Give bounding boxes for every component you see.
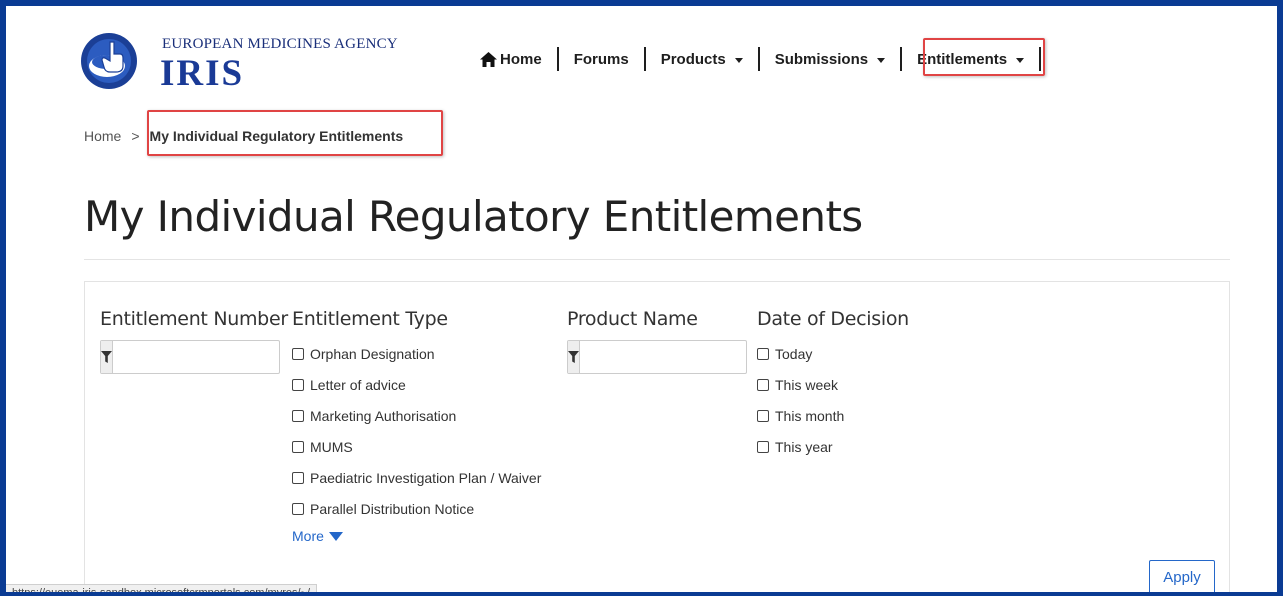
breadcrumb-highlight-box xyxy=(147,110,443,156)
entitlement-type-options: Orphan Designation Letter of advice Mark… xyxy=(292,338,541,524)
filter-product-name-label: Product Name xyxy=(567,308,698,330)
checkbox[interactable] xyxy=(757,440,769,453)
breadcrumb-separator: > xyxy=(131,128,140,144)
entitlement-type-option[interactable]: Paediatric Investigation Plan / Waiver xyxy=(292,462,541,493)
nav-divider xyxy=(900,47,903,71)
date-of-decision-options: Today This week This month This year xyxy=(757,338,909,462)
filter-entitlement-number: Entitlement Number xyxy=(100,308,310,374)
nav-submissions-label: Submissions xyxy=(774,50,869,68)
nav-products[interactable]: Products xyxy=(659,51,745,68)
nav-forums-label: Forums xyxy=(573,50,629,68)
entitlement-type-option[interactable]: Orphan Designation xyxy=(292,338,541,369)
caret-down-icon xyxy=(734,57,743,63)
checkbox[interactable] xyxy=(292,502,304,515)
option-label: Parallel Distribution Notice xyxy=(310,500,475,517)
page-title: My Individual Regulatory Entitlements xyxy=(84,192,863,241)
entitlements-highlight-box xyxy=(923,38,1045,76)
nav-products-label: Products xyxy=(660,50,726,68)
nav-divider xyxy=(556,47,559,71)
status-bar-url: https://euema-iris-sandbox.microsoftcrmp… xyxy=(6,584,318,592)
checkbox[interactable] xyxy=(757,409,769,422)
filter-addon xyxy=(101,341,113,373)
nav-submissions[interactable]: Submissions xyxy=(773,51,887,68)
option-label: Paediatric Investigation Plan / Waiver xyxy=(310,469,542,486)
iris-logo-icon xyxy=(81,33,137,89)
entitlement-type-option[interactable]: Marketing Authorisation xyxy=(292,400,541,431)
option-label: This week xyxy=(775,376,839,393)
nav-divider xyxy=(757,47,760,71)
product-name-input[interactable] xyxy=(580,341,777,373)
option-label: This year xyxy=(775,438,833,455)
filter-entitlement-number-label: Entitlement Number xyxy=(100,308,288,330)
filter-icon xyxy=(101,351,112,363)
checkbox[interactable] xyxy=(292,347,304,360)
date-option[interactable]: This week xyxy=(757,369,909,400)
filter-panel: Entitlement Number Entitlement Type Orph… xyxy=(84,281,1230,592)
site-logo[interactable]: EUROPEAN MEDICINES AGENCY IRIS xyxy=(80,30,400,100)
product-name-field xyxy=(567,340,777,374)
filter-icon xyxy=(568,351,579,363)
option-label: Orphan Designation xyxy=(310,345,435,362)
filter-entitlement-type: Entitlement Type Orphan Designation Lett… xyxy=(292,308,541,544)
more-label: More xyxy=(292,528,324,544)
caret-down-icon xyxy=(877,57,886,63)
nav-forums[interactable]: Forums xyxy=(572,51,631,68)
checkbox[interactable] xyxy=(292,409,304,422)
checkbox[interactable] xyxy=(757,347,769,360)
entitlement-type-option[interactable]: Parallel Distribution Notice xyxy=(292,493,541,524)
filter-product-name: Product Name xyxy=(567,308,777,374)
home-icon xyxy=(480,51,497,67)
nav-home[interactable]: Home xyxy=(478,51,544,68)
checkbox[interactable] xyxy=(292,440,304,453)
apply-button[interactable]: Apply xyxy=(1149,560,1215,592)
agency-name: EUROPEAN MEDICINES AGENCY xyxy=(162,36,398,52)
entitlement-type-option[interactable]: MUMS xyxy=(292,431,541,462)
date-option[interactable]: This year xyxy=(757,431,909,462)
option-label: This month xyxy=(775,407,845,424)
checkbox[interactable] xyxy=(292,471,304,484)
date-option[interactable]: This month xyxy=(757,400,909,431)
checkbox[interactable] xyxy=(292,378,304,391)
entitlement-type-option[interactable]: Letter of advice xyxy=(292,369,541,400)
option-label: Today xyxy=(775,345,813,362)
filter-entitlement-type-label: Entitlement Type xyxy=(292,308,448,330)
nav-home-label: Home xyxy=(500,50,542,68)
product-name: IRIS xyxy=(160,53,245,94)
triangle-down-icon xyxy=(328,531,343,541)
filter-date-of-decision: Date of Decision Today This week This mo… xyxy=(757,308,909,462)
entitlement-number-field xyxy=(100,340,310,374)
option-label: Marketing Authorisation xyxy=(310,407,457,424)
entitlement-number-input[interactable] xyxy=(113,341,310,373)
checkbox[interactable] xyxy=(757,378,769,391)
date-option[interactable]: Today xyxy=(757,338,909,369)
option-label: MUMS xyxy=(310,438,353,455)
browser-viewport: EUROPEAN MEDICINES AGENCY IRIS Home Foru… xyxy=(0,0,1283,596)
more-options-link[interactable]: More xyxy=(292,528,541,544)
nav-divider xyxy=(643,47,646,71)
filter-date-of-decision-label: Date of Decision xyxy=(757,308,909,330)
title-divider xyxy=(84,259,1230,260)
filter-addon xyxy=(568,341,580,373)
breadcrumb-home-link[interactable]: Home xyxy=(84,128,121,144)
option-label: Letter of advice xyxy=(310,376,406,393)
